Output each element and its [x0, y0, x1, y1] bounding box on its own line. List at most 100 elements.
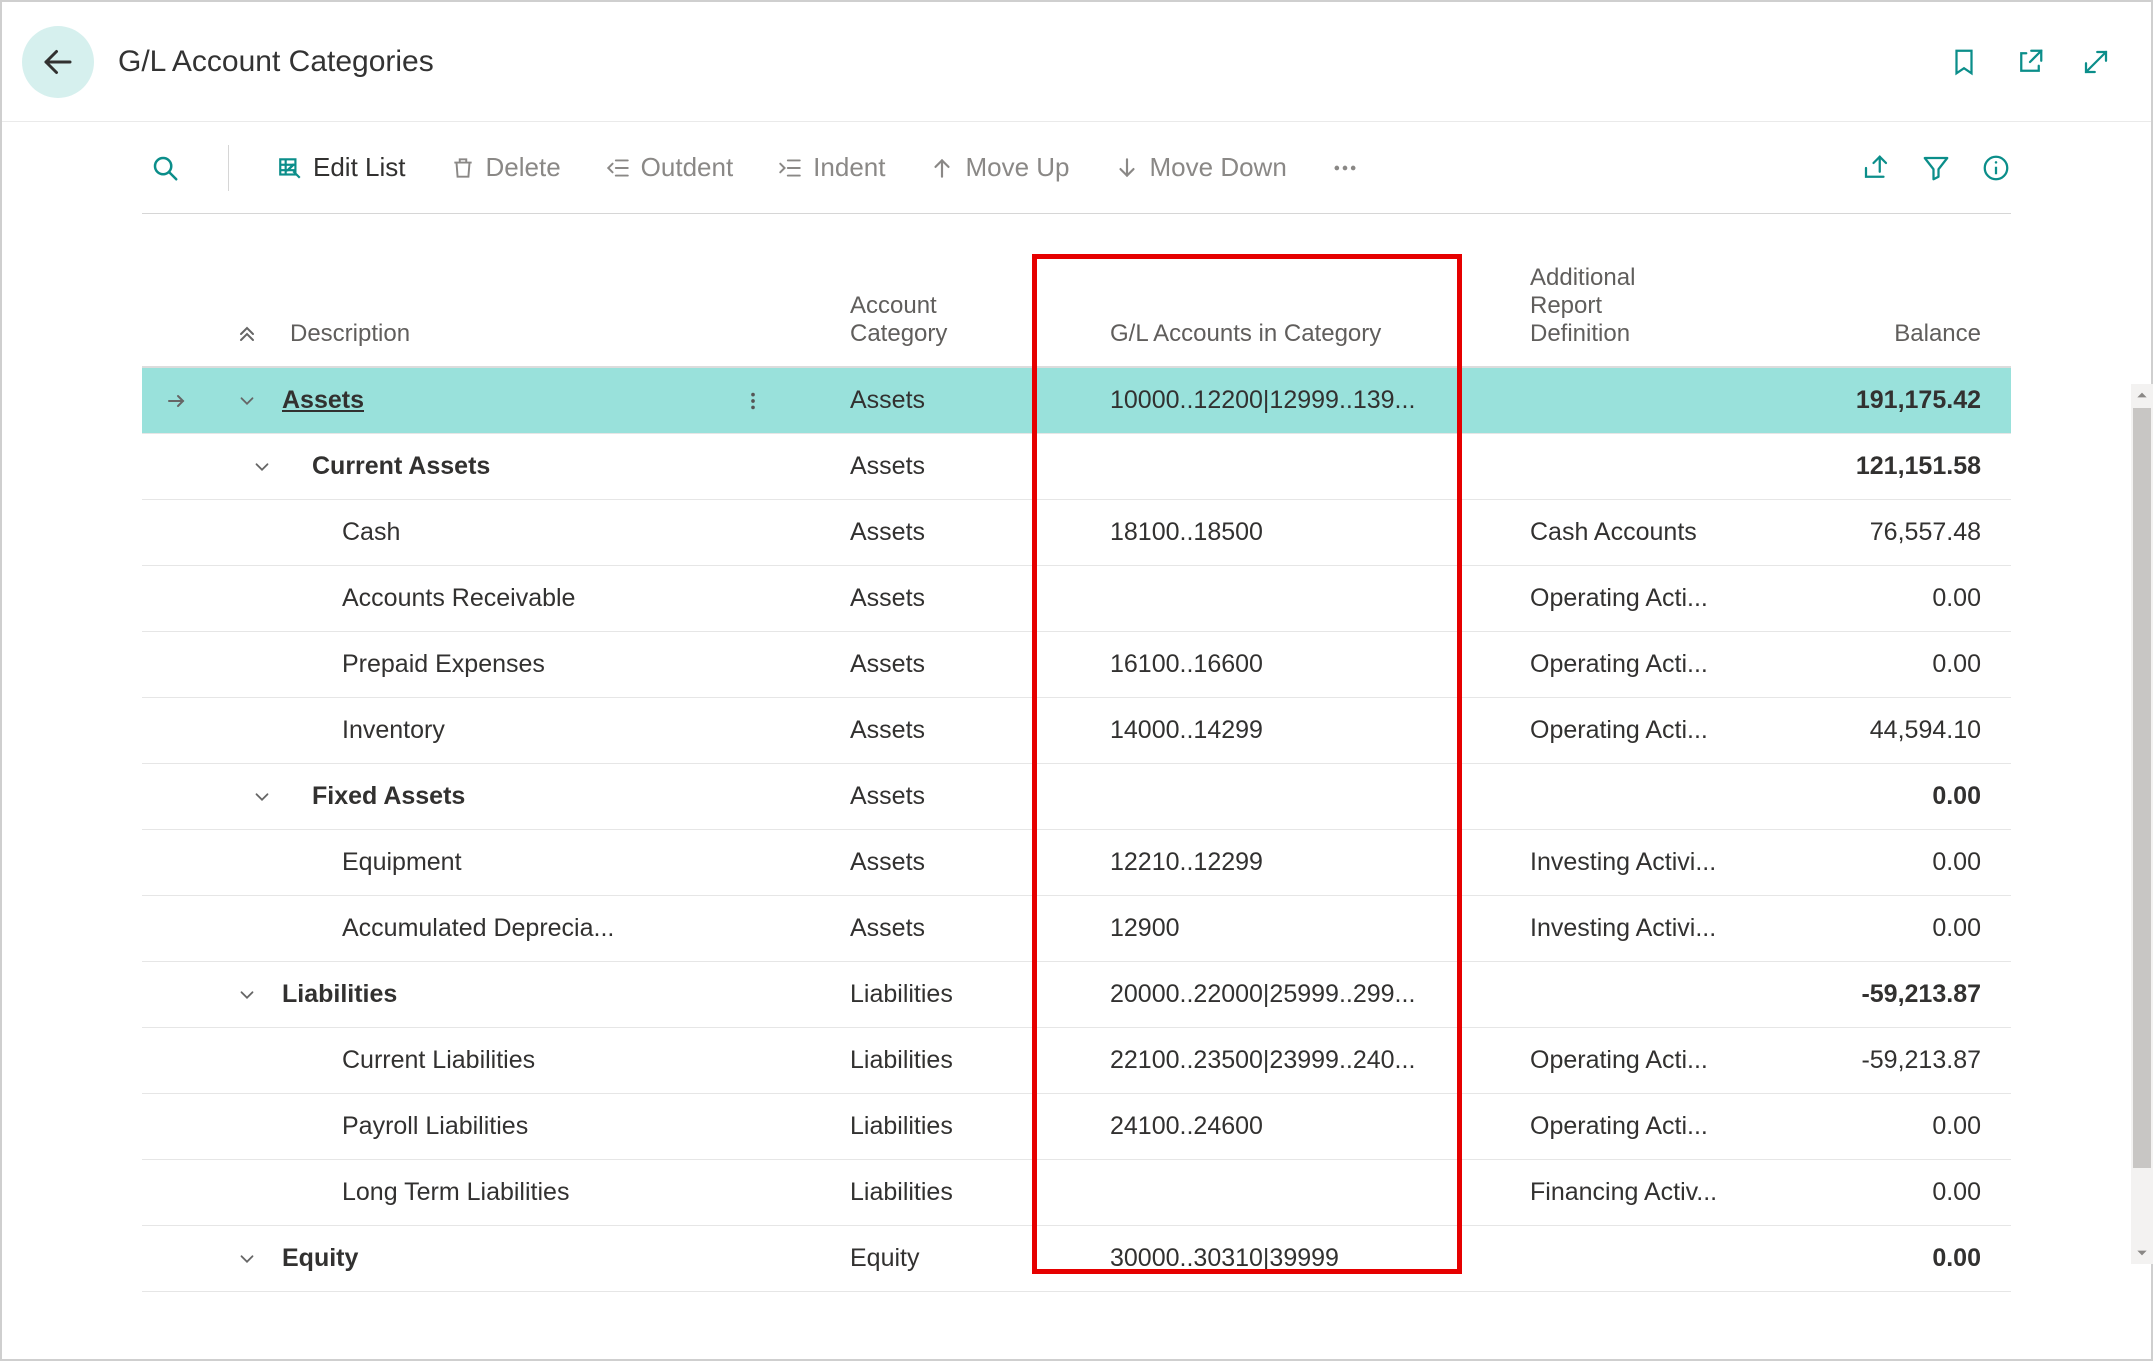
cell-account-category[interactable]: Liabilities [842, 1112, 1102, 1141]
table-row[interactable]: Fixed AssetsAssets 0.00 [142, 764, 2011, 830]
cell-balance[interactable]: 121,151.58 [1782, 452, 2011, 481]
cell-account-category[interactable]: Assets [842, 584, 1102, 613]
cell-additional-def[interactable]: Financing Activ... [1522, 1178, 1782, 1207]
cell-gl-accounts[interactable]: 22100..23500|23999..240... [1102, 1046, 1522, 1075]
cell-description[interactable]: Accumulated Deprecia... [282, 914, 842, 943]
header-additional-def[interactable]: Additional Report Definition [1522, 264, 1782, 348]
cell-additional-def[interactable]: Operating Acti... [1522, 716, 1782, 745]
cell-account-category[interactable]: Liabilities [842, 980, 1102, 1009]
table-row[interactable]: Long Term LiabilitiesLiabilities Financin… [142, 1160, 2011, 1226]
indent-button[interactable]: Indent [769, 146, 893, 189]
cell-gl-accounts[interactable]: 10000..12200|12999..139... [1102, 386, 1522, 415]
table-row[interactable]: Accounts ReceivableAssets Operating Acti.… [142, 566, 2011, 632]
cell-balance[interactable]: 0.00 [1782, 848, 2011, 877]
cell-description[interactable]: Accounts Receivable [282, 584, 842, 613]
table-row[interactable]: LiabilitiesLiabilities20000..22000|25999… [142, 962, 2011, 1028]
edit-list-button[interactable]: Edit List [269, 146, 414, 189]
cell-account-category[interactable]: Assets [842, 452, 1102, 481]
expand-toggle[interactable] [212, 390, 282, 412]
filter-button[interactable] [1921, 153, 1951, 183]
cell-account-category[interactable]: Assets [842, 650, 1102, 679]
cell-balance[interactable]: 0.00 [1782, 650, 2011, 679]
cell-additional-def[interactable]: Investing Activi... [1522, 914, 1782, 943]
cell-account-category[interactable]: Assets [842, 716, 1102, 745]
cell-account-category[interactable]: Assets [842, 848, 1102, 877]
row-menu-button[interactable] [742, 386, 764, 416]
cell-description[interactable]: Payroll Liabilities [282, 1112, 842, 1141]
back-button[interactable] [22, 26, 94, 98]
header-account-category[interactable]: Account Category [842, 292, 1102, 348]
outdent-button[interactable]: Outdent [597, 146, 742, 189]
popout-button[interactable] [2015, 47, 2045, 77]
cell-balance[interactable]: 44,594.10 [1782, 716, 2011, 745]
expand-toggle[interactable] [212, 456, 282, 478]
cell-description[interactable]: Current Assets [282, 452, 842, 481]
cell-account-category[interactable]: Liabilities [842, 1178, 1102, 1207]
search-button[interactable] [142, 147, 188, 189]
cell-account-category[interactable]: Assets [842, 386, 1102, 415]
cell-balance[interactable]: 0.00 [1782, 1244, 2011, 1273]
cell-gl-accounts[interactable]: 18100..18500 [1102, 518, 1522, 547]
table-row[interactable]: AssetsAssets10000..12200|12999..139...19… [142, 368, 2011, 434]
expand-toggle[interactable] [212, 984, 282, 1006]
cell-description[interactable]: Liabilities [282, 980, 842, 1009]
cell-balance[interactable]: 191,175.42 [1782, 386, 2011, 415]
cell-account-category[interactable]: Liabilities [842, 1046, 1102, 1075]
cell-description[interactable]: Current Liabilities [282, 1046, 842, 1075]
cell-additional-def[interactable]: Operating Acti... [1522, 584, 1782, 613]
share-button[interactable] [1861, 153, 1891, 183]
scroll-up-button[interactable] [2131, 384, 2153, 406]
cell-additional-def[interactable]: Operating Acti... [1522, 1112, 1782, 1141]
cell-additional-def[interactable]: Operating Acti... [1522, 1046, 1782, 1075]
cell-balance[interactable]: 0.00 [1782, 1112, 2011, 1141]
cell-description[interactable]: Inventory [282, 716, 842, 745]
table-row[interactable]: InventoryAssets14000..14299Operating Act… [142, 698, 2011, 764]
table-row[interactable]: CashAssets18100..18500Cash Accounts76,55… [142, 500, 2011, 566]
cell-gl-accounts[interactable]: 24100..24600 [1102, 1112, 1522, 1141]
header-gl-accounts[interactable]: G/L Accounts in Category [1102, 320, 1522, 348]
cell-description[interactable]: Cash [282, 518, 842, 547]
collapse-all-button[interactable] [212, 320, 282, 348]
header-description[interactable]: Description [282, 320, 842, 348]
cell-balance[interactable]: -59,213.87 [1782, 1046, 2011, 1075]
move-up-button[interactable]: Move Up [921, 146, 1077, 189]
delete-button[interactable]: Delete [442, 146, 569, 189]
cell-account-category[interactable]: Assets [842, 782, 1102, 811]
bookmark-button[interactable] [1949, 47, 1979, 77]
cell-description[interactable]: Equipment [282, 848, 842, 877]
cell-description[interactable]: Prepaid Expenses [282, 650, 842, 679]
cell-gl-accounts[interactable]: 14000..14299 [1102, 716, 1522, 745]
expand-button[interactable] [2081, 47, 2111, 77]
cell-balance[interactable]: 0.00 [1782, 584, 2011, 613]
table-row[interactable]: Accumulated Deprecia...Assets12900Invest… [142, 896, 2011, 962]
table-row[interactable]: EquipmentAssets12210..12299Investing Act… [142, 830, 2011, 896]
scroll-down-button[interactable] [2131, 1242, 2153, 1264]
cell-additional-def[interactable]: Operating Acti... [1522, 650, 1782, 679]
cell-account-category[interactable]: Equity [842, 1244, 1102, 1273]
cell-balance[interactable]: 0.00 [1782, 782, 2011, 811]
cell-description[interactable]: Long Term Liabilities [282, 1178, 842, 1207]
cell-gl-accounts[interactable]: 20000..22000|25999..299... [1102, 980, 1522, 1009]
vertical-scrollbar[interactable] [2131, 384, 2153, 1264]
cell-gl-accounts[interactable]: 16100..16600 [1102, 650, 1522, 679]
scrollbar-thumb[interactable] [2133, 408, 2151, 1168]
cell-description[interactable]: Fixed Assets [282, 782, 842, 811]
cell-balance[interactable]: 76,557.48 [1782, 518, 2011, 547]
cell-balance[interactable]: -59,213.87 [1782, 980, 2011, 1009]
table-row[interactable]: EquityEquity30000..30310|399990.00 [142, 1226, 2011, 1292]
cell-description[interactable]: Equity [282, 1244, 842, 1273]
more-actions-button[interactable] [1323, 148, 1367, 188]
move-down-button[interactable]: Move Down [1106, 146, 1295, 189]
expand-toggle[interactable] [212, 1248, 282, 1270]
cell-balance[interactable]: 0.00 [1782, 1178, 2011, 1207]
cell-balance[interactable]: 0.00 [1782, 914, 2011, 943]
expand-toggle[interactable] [212, 786, 282, 808]
cell-additional-def[interactable]: Investing Activi... [1522, 848, 1782, 877]
cell-gl-accounts[interactable]: 30000..30310|39999 [1102, 1244, 1522, 1273]
cell-gl-accounts[interactable]: 12900 [1102, 914, 1522, 943]
header-balance[interactable]: Balance [1782, 320, 2011, 348]
table-row[interactable]: Current AssetsAssets 121,151.58 [142, 434, 2011, 500]
cell-additional-def[interactable]: Cash Accounts [1522, 518, 1782, 547]
table-row[interactable]: Prepaid ExpensesAssets16100..16600Operat… [142, 632, 2011, 698]
info-button[interactable] [1981, 153, 2011, 183]
